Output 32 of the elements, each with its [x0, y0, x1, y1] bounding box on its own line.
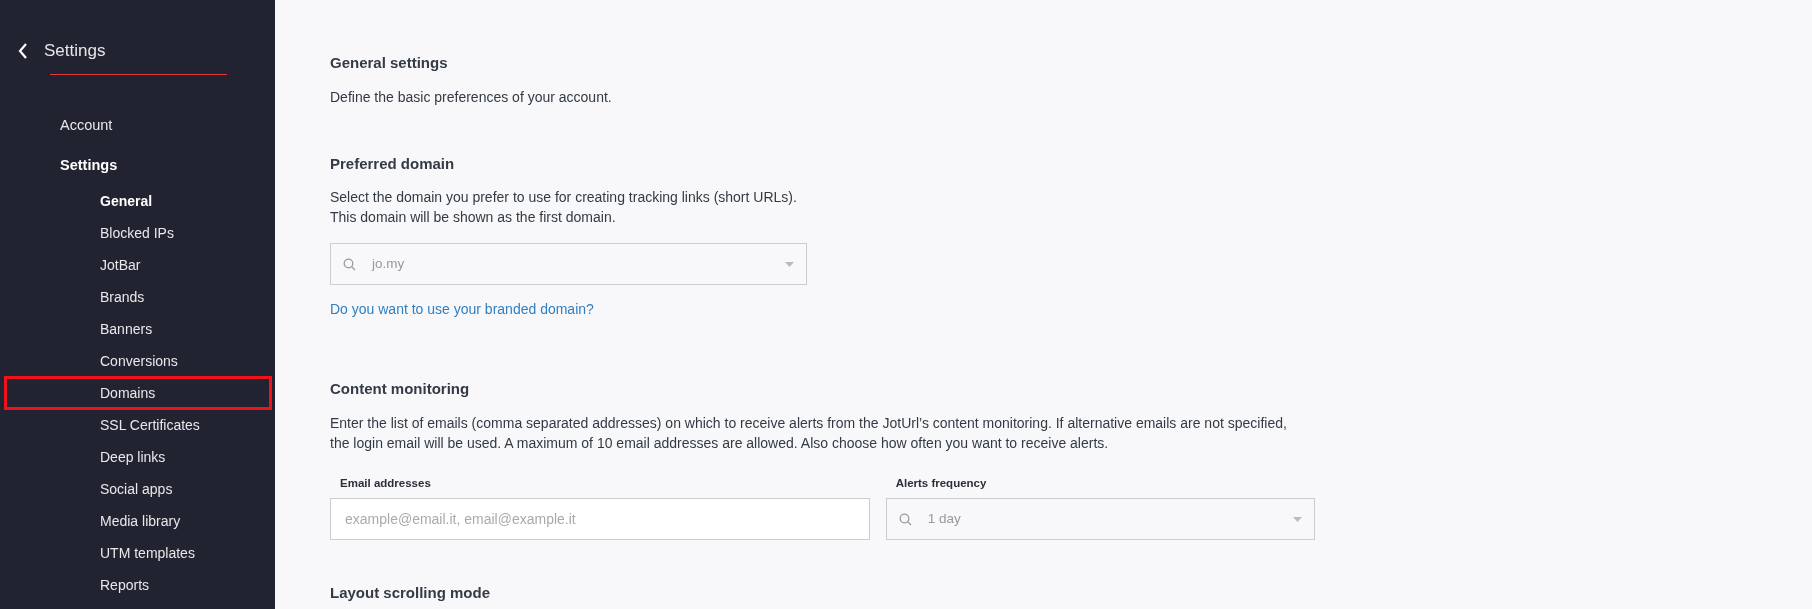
back-icon[interactable] — [18, 42, 28, 59]
sidebar-subitem[interactable]: Deep links — [100, 441, 275, 473]
sidebar-item[interactable]: Account — [60, 105, 275, 145]
description-text: Define the basic preferences of your account. — [330, 87, 613, 107]
description-text: Select the domain you prefer to use for creating tracking links (short URLs). This domain will be shown as the first domain. — [330, 188, 798, 227]
sidebar-subitem[interactable]: Conversions — [100, 345, 275, 377]
section-heading: General settings — [330, 53, 449, 73]
sidebar-subitem[interactable]: Banners — [100, 313, 275, 345]
sidebar-subitem[interactable]: Blocked IPs — [100, 217, 275, 249]
caret-icon — [1293, 516, 1302, 522]
search-icon — [898, 512, 912, 526]
search-icon — [343, 257, 356, 271]
description-text: Enter the list of emails (comma separated addresses) on which to receive alerts from the JotUrl’s content monitoring. If alternative emails are not specified, the login email will be used. A maximum of 10 email addresses are allowed. Also choose how often you want to receive alerts. — [330, 413, 1288, 453]
sidebar-item[interactable]: Settings — [60, 145, 275, 185]
sidebar-subitem[interactable]: UTM templates — [100, 537, 275, 569]
sidebar-title: Settings — [44, 39, 106, 62]
sidebar-subitem[interactable]: JotBar — [100, 249, 275, 281]
sidebar-subitem[interactable]: SSL Certificates — [100, 409, 275, 441]
sidebar-subitem[interactable]: Brands — [100, 281, 275, 313]
field-label: Alerts frequency — [895, 475, 988, 491]
sidebar-subitem[interactable]: Social apps — [100, 473, 275, 505]
email-field[interactable]: example@email.it, email@example.it — [330, 498, 870, 540]
sidebar-subitem[interactable]: General — [100, 185, 275, 217]
branded-domain-link[interactable]: Do you want to use your branded domain? — [330, 299, 594, 320]
sidebar-subitem[interactable]: Domains — [100, 377, 275, 409]
section-heading: Preferred domain — [330, 153, 456, 174]
field-label: Email addresses — [340, 475, 432, 491]
caret-icon — [785, 261, 794, 267]
sidebar-subitem[interactable]: Media library — [100, 505, 275, 537]
section-heading: Content monitoring — [330, 379, 471, 400]
sidebar-subitem[interactable]: Reports — [100, 569, 275, 601]
section-heading: Layout scrolling mode — [330, 583, 492, 603]
